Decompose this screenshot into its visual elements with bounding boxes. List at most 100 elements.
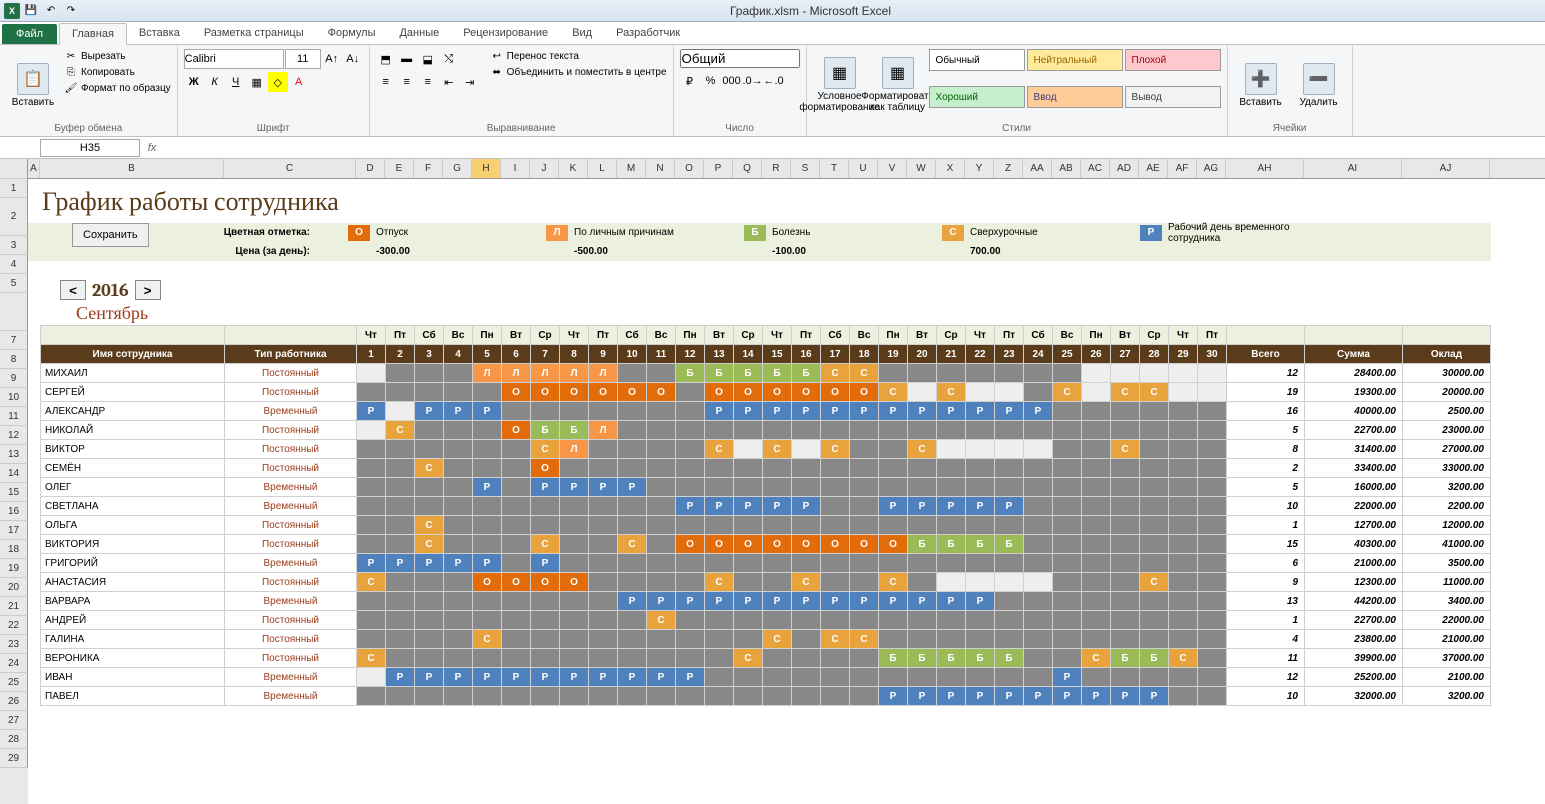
paste-button[interactable]: 📋 Вставить bbox=[6, 49, 60, 121]
sum-cell[interactable]: 12700.00 bbox=[1305, 516, 1403, 535]
day-cell-empty[interactable] bbox=[995, 573, 1024, 592]
day-cell-inactive[interactable] bbox=[1082, 611, 1111, 630]
day-cell-inactive[interactable] bbox=[473, 440, 502, 459]
day-cell-inactive[interactable] bbox=[1140, 668, 1169, 687]
employee-name[interactable]: ОЛЕГ bbox=[41, 478, 225, 497]
day-cell-inactive[interactable] bbox=[937, 668, 966, 687]
employee-name[interactable]: СВЕТЛАНА bbox=[41, 497, 225, 516]
day-cell-inactive[interactable] bbox=[415, 573, 444, 592]
day-cell-inactive[interactable] bbox=[879, 440, 908, 459]
day-cell[interactable]: Р bbox=[879, 592, 908, 611]
day-cell-inactive[interactable] bbox=[1111, 478, 1140, 497]
day-cell[interactable]: Р bbox=[560, 478, 589, 497]
day-cell[interactable]: О bbox=[792, 535, 821, 554]
salary-cell[interactable]: 3500.00 bbox=[1403, 554, 1491, 573]
col-header-B[interactable]: B bbox=[40, 159, 224, 178]
align-right-icon[interactable]: ≡ bbox=[418, 72, 438, 92]
day-cell-inactive[interactable] bbox=[792, 459, 821, 478]
total-cell[interactable]: 19 bbox=[1227, 383, 1305, 402]
salary-cell[interactable]: 37000.00 bbox=[1403, 649, 1491, 668]
day-cell-inactive[interactable] bbox=[966, 516, 995, 535]
day-cell-inactive[interactable] bbox=[908, 573, 937, 592]
col-header-AC[interactable]: AC bbox=[1081, 159, 1110, 178]
day-cell-inactive[interactable] bbox=[560, 687, 589, 706]
day-cell[interactable]: Р bbox=[444, 668, 473, 687]
day-cell-inactive[interactable] bbox=[1198, 649, 1227, 668]
day-cell-inactive[interactable] bbox=[1024, 497, 1053, 516]
day-cell[interactable]: Л bbox=[502, 364, 531, 383]
col-header-G[interactable]: G bbox=[443, 159, 472, 178]
day-cell-inactive[interactable] bbox=[560, 649, 589, 668]
style-cell-1[interactable]: Нейтральный bbox=[1027, 49, 1123, 71]
day-cell-inactive[interactable] bbox=[647, 516, 676, 535]
col-header-H[interactable]: H bbox=[472, 159, 501, 178]
total-cell[interactable]: 11 bbox=[1227, 649, 1305, 668]
day-cell-inactive[interactable] bbox=[850, 478, 879, 497]
day-cell-inactive[interactable] bbox=[705, 611, 734, 630]
day-cell-inactive[interactable] bbox=[676, 516, 705, 535]
ribbon-tab-3[interactable]: Формулы bbox=[316, 23, 388, 44]
day-cell-inactive[interactable] bbox=[966, 554, 995, 573]
day-cell-inactive[interactable] bbox=[676, 687, 705, 706]
day-cell-inactive[interactable] bbox=[589, 611, 618, 630]
ribbon-tab-7[interactable]: Разработчик bbox=[604, 23, 692, 44]
row-header-blank[interactable] bbox=[0, 293, 28, 331]
bold-button[interactable]: Ж bbox=[184, 72, 204, 92]
day-cell-inactive[interactable] bbox=[676, 630, 705, 649]
day-cell-inactive[interactable] bbox=[1053, 573, 1082, 592]
day-cell-inactive[interactable] bbox=[734, 573, 763, 592]
day-cell-inactive[interactable] bbox=[1140, 611, 1169, 630]
salary-cell[interactable]: 21000.00 bbox=[1403, 630, 1491, 649]
year-prev-button[interactable]: < bbox=[60, 280, 86, 300]
sum-cell[interactable]: 16000.00 bbox=[1305, 478, 1403, 497]
day-cell[interactable]: Р bbox=[473, 554, 502, 573]
day-cell-inactive[interactable] bbox=[676, 554, 705, 573]
day-cell[interactable]: С bbox=[763, 440, 792, 459]
italic-button[interactable]: К bbox=[205, 72, 225, 92]
day-cell-inactive[interactable] bbox=[850, 649, 879, 668]
number-format-select[interactable] bbox=[680, 49, 800, 68]
day-cell-inactive[interactable] bbox=[415, 592, 444, 611]
save-icon[interactable]: 💾 bbox=[22, 2, 40, 20]
day-cell-inactive[interactable] bbox=[705, 687, 734, 706]
day-cell-inactive[interactable] bbox=[444, 383, 473, 402]
employee-name[interactable]: АНДРЕЙ bbox=[41, 611, 225, 630]
day-cell[interactable]: О bbox=[531, 459, 560, 478]
currency-icon[interactable]: ₽ bbox=[680, 71, 700, 91]
day-cell[interactable]: С bbox=[357, 573, 386, 592]
day-cell-inactive[interactable] bbox=[995, 554, 1024, 573]
salary-cell[interactable]: 20000.00 bbox=[1403, 383, 1491, 402]
day-cell-inactive[interactable] bbox=[1198, 459, 1227, 478]
employee-name[interactable]: МИХАИЛ bbox=[41, 364, 225, 383]
day-cell[interactable]: Р bbox=[937, 592, 966, 611]
day-cell-empty[interactable] bbox=[966, 573, 995, 592]
day-cell-inactive[interactable] bbox=[1111, 497, 1140, 516]
total-cell[interactable]: 9 bbox=[1227, 573, 1305, 592]
day-cell-inactive[interactable] bbox=[357, 630, 386, 649]
day-cell-inactive[interactable] bbox=[1169, 421, 1198, 440]
col-header-AE[interactable]: AE bbox=[1139, 159, 1168, 178]
day-cell-empty[interactable] bbox=[1169, 383, 1198, 402]
day-cell-inactive[interactable] bbox=[386, 364, 415, 383]
day-cell-empty[interactable] bbox=[357, 421, 386, 440]
day-cell-inactive[interactable] bbox=[444, 497, 473, 516]
day-cell[interactable]: Р bbox=[676, 592, 705, 611]
day-cell-inactive[interactable] bbox=[705, 421, 734, 440]
fill-color-button[interactable]: ◇ bbox=[268, 72, 288, 92]
merge-center-button[interactable]: ⬌Объединить и поместить в центре bbox=[490, 65, 667, 79]
align-top-icon[interactable]: ⬒ bbox=[376, 49, 396, 69]
ribbon-tab-1[interactable]: Вставка bbox=[127, 23, 192, 44]
day-cell-inactive[interactable] bbox=[1111, 459, 1140, 478]
day-cell-inactive[interactable] bbox=[995, 516, 1024, 535]
day-cell-inactive[interactable] bbox=[589, 535, 618, 554]
row-header-22[interactable]: 22 bbox=[0, 616, 28, 635]
day-cell[interactable]: О bbox=[531, 573, 560, 592]
day-cell[interactable]: О bbox=[502, 421, 531, 440]
sum-cell[interactable]: 21000.00 bbox=[1305, 554, 1403, 573]
day-cell-inactive[interactable] bbox=[1198, 535, 1227, 554]
col-header-V[interactable]: V bbox=[878, 159, 907, 178]
day-cell-inactive[interactable] bbox=[618, 649, 647, 668]
day-cell[interactable]: Р bbox=[531, 668, 560, 687]
employee-name[interactable]: ОЛЬГА bbox=[41, 516, 225, 535]
day-cell-inactive[interactable] bbox=[676, 611, 705, 630]
